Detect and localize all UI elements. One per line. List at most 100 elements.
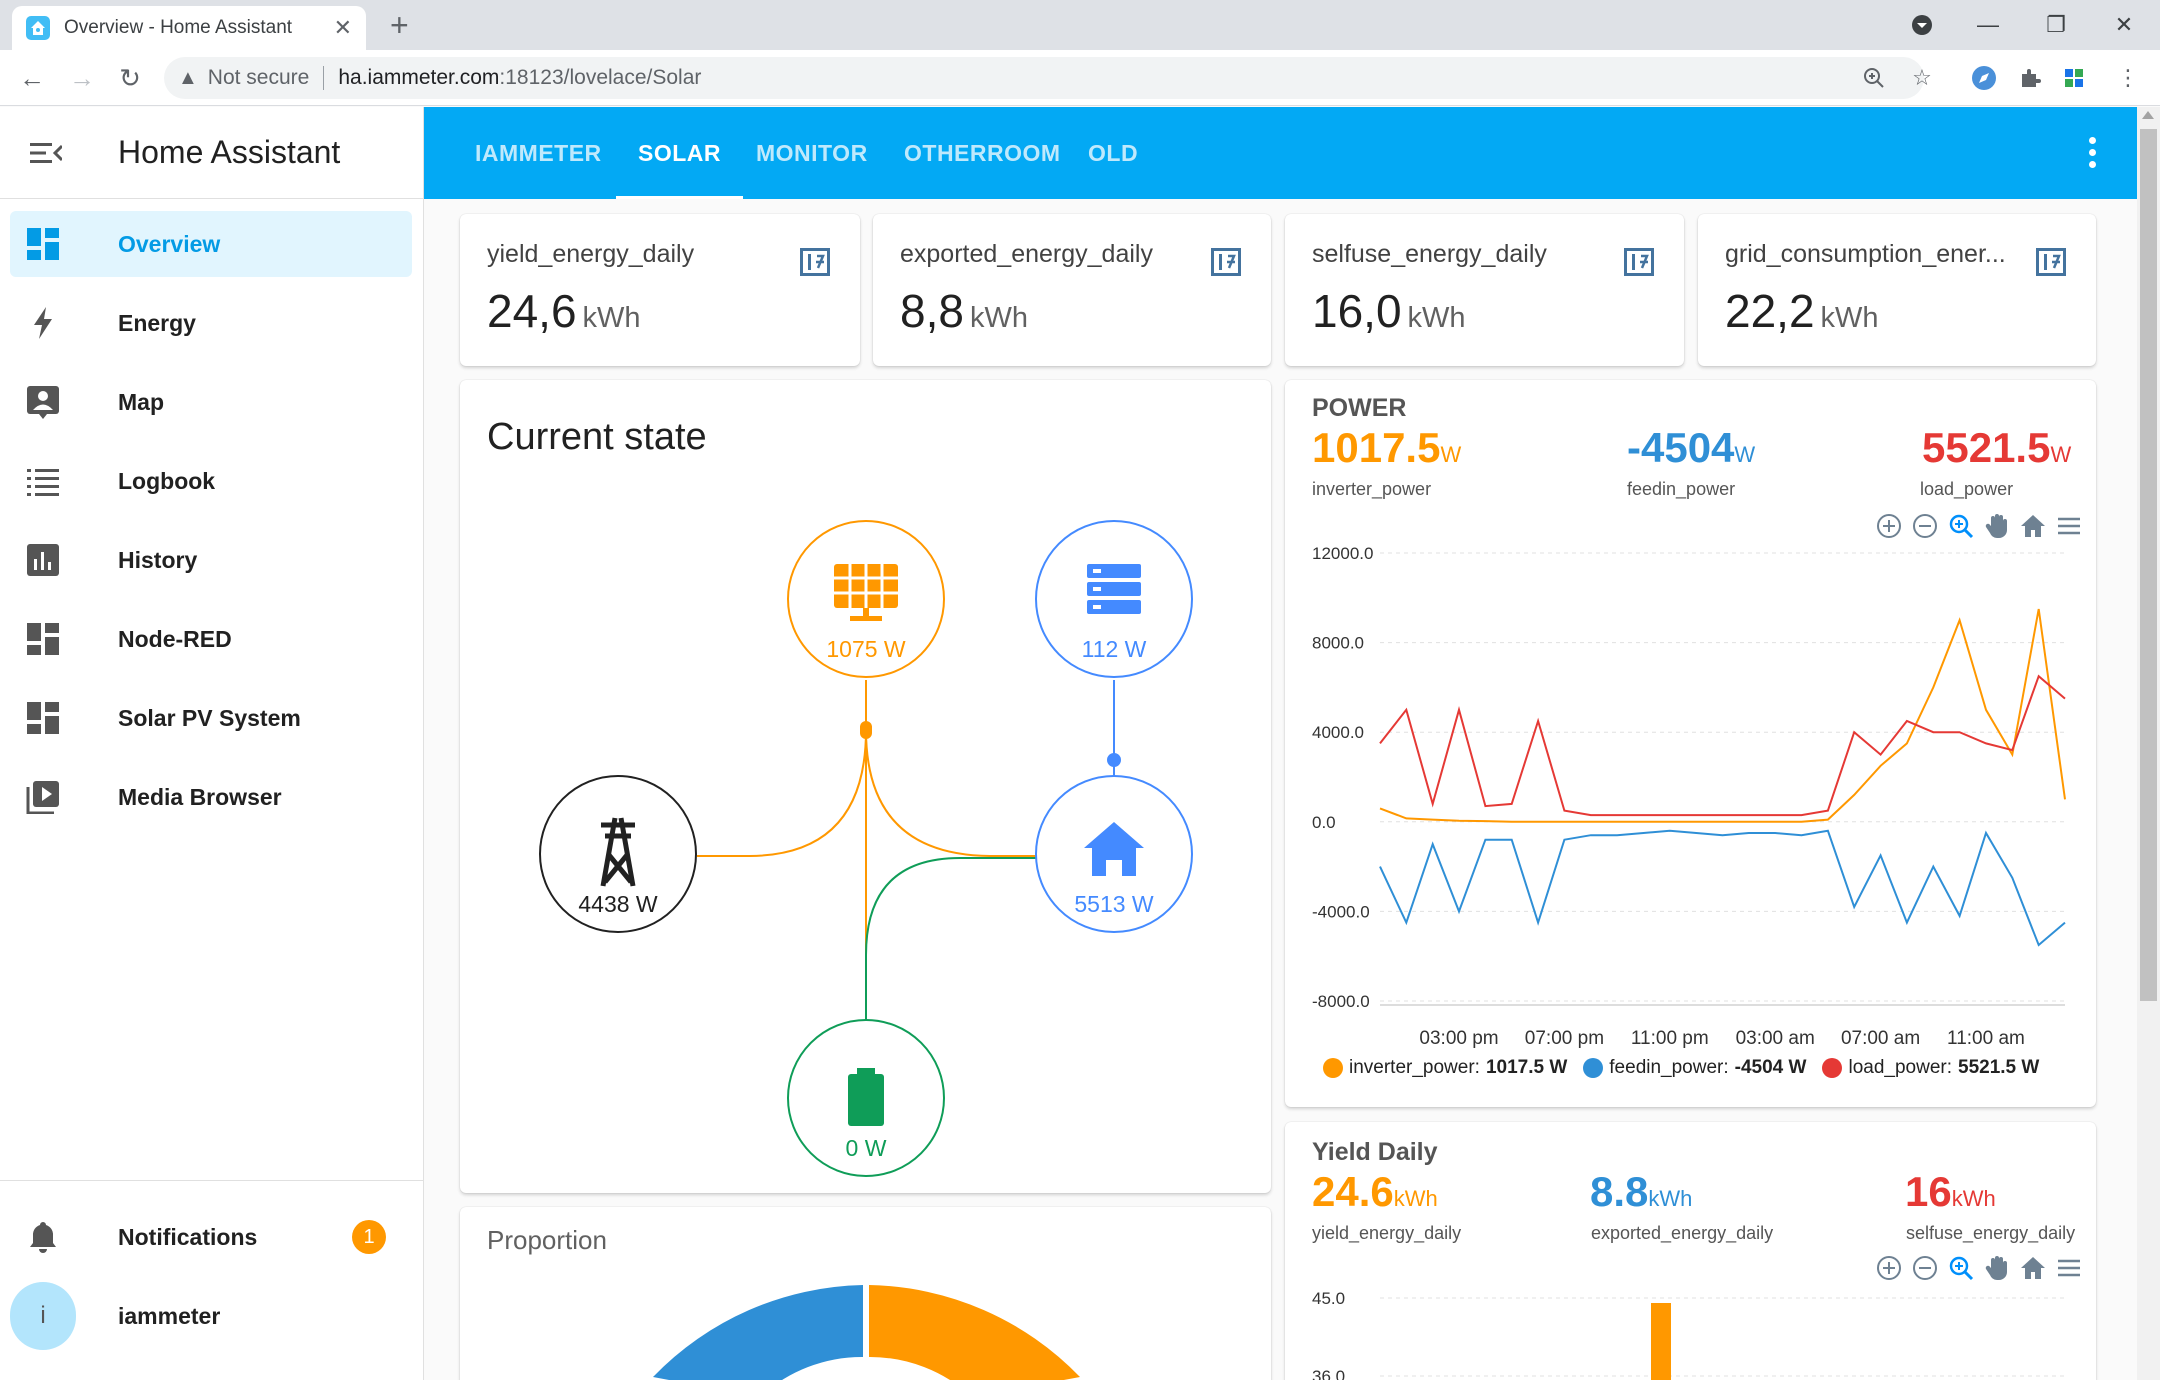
proportion-donut-chart xyxy=(653,1285,1080,1380)
sidebar-title: Home Assistant xyxy=(118,134,341,170)
y-tick-label: -4000.0 xyxy=(1312,902,1370,921)
stat-card-yield[interactable]: yield_energy_daily 24,6 kWh xyxy=(460,214,860,366)
tab-solar[interactable]: SOLAR xyxy=(616,107,743,199)
sidebar-item-overview[interactable]: Overview xyxy=(10,211,412,277)
sidebar-item-label: Logbook xyxy=(118,467,216,494)
sidebar-item-energy[interactable]: Energy xyxy=(10,290,412,356)
yield-bar xyxy=(1651,1303,1671,1380)
more-options-icon[interactable] xyxy=(2089,137,2097,173)
extensions-puzzle-icon[interactable] xyxy=(2014,62,2046,94)
play-box-icon xyxy=(10,780,76,814)
map-account-icon xyxy=(10,385,76,419)
stat-card-selfuse[interactable]: selfuse_energy_daily 16,0 kWh xyxy=(1285,214,1684,366)
notification-count-badge: 1 xyxy=(352,1220,386,1254)
grid-value: 4438 W xyxy=(578,891,658,917)
stat-value: 8,8 xyxy=(900,285,964,337)
sidebar-item-label: Overview xyxy=(118,230,221,257)
sidebar-item-label: iammeter xyxy=(118,1302,221,1329)
sidebar-item-label: History xyxy=(118,546,198,573)
stat-value: 16,0 xyxy=(1312,285,1402,337)
stat-value: 22,2 xyxy=(1725,285,1815,337)
minimize-icon[interactable]: — xyxy=(1958,0,2018,50)
tab-monitor[interactable]: MONITOR xyxy=(756,107,868,199)
sidebar-item-map[interactable]: Map xyxy=(10,369,412,435)
sidebar-item-node-red[interactable]: Node-RED xyxy=(10,606,412,672)
sidebar-item-logbook[interactable]: Logbook xyxy=(10,448,412,514)
sidebar-item-solar-pv-system[interactable]: Solar PV System xyxy=(10,685,412,751)
server-junction-dot xyxy=(1107,753,1121,767)
solar-value: 1075 W xyxy=(826,636,906,662)
close-tab-icon[interactable]: ✕ xyxy=(334,15,352,41)
menu-collapse-icon[interactable] xyxy=(0,107,92,199)
extension-grid-icon[interactable] xyxy=(2058,62,2090,94)
legend-dot-inverter xyxy=(1323,1058,1343,1078)
new-tab-icon[interactable]: + xyxy=(390,8,409,42)
donut-slice-orange xyxy=(869,1285,1080,1380)
sidebar-item-user[interactable]: i iammeter xyxy=(10,1282,412,1350)
stat-value: 24,6 xyxy=(487,285,577,337)
dashboard-icon xyxy=(10,701,76,735)
scroll-up-arrow-icon[interactable] xyxy=(2142,111,2154,119)
sidebar-item-label: Media Browser xyxy=(118,783,282,810)
legend-label-inverter[interactable]: inverter_power: xyxy=(1349,1057,1480,1079)
sidebar-item-history[interactable]: History xyxy=(10,527,412,593)
sidebar-item-label: Energy xyxy=(118,309,196,336)
legend-label-feedin[interactable]: feedin_power: xyxy=(1609,1057,1728,1079)
sidebar-item-notifications[interactable]: Notifications 1 xyxy=(10,1204,412,1270)
stat-unit: kWh xyxy=(582,302,641,334)
bookmark-star-icon[interactable]: ☆ xyxy=(1906,62,1938,94)
sidebar-item-label: Map xyxy=(118,388,164,415)
stat-name: selfuse_energy_daily xyxy=(1312,240,1547,268)
chart-legend: inverter_power: 1017.5 W feedin_power: -45… xyxy=(1323,1057,2039,1079)
y-tick-label: 4000.0 xyxy=(1312,723,1364,742)
stat-unit: kWh xyxy=(969,302,1028,334)
stat-card-grid-consumption[interactable]: grid_consumption_ener... 22,2 kWh xyxy=(1698,214,2096,366)
battery-value: 0 W xyxy=(846,1135,887,1161)
donut-slice-blue xyxy=(653,1285,863,1380)
page-scrollbar[interactable] xyxy=(2137,107,2160,1380)
warning-icon[interactable]: ▲ xyxy=(178,67,198,90)
legend-label-load[interactable]: load_power: xyxy=(1848,1057,1952,1079)
legend-value-feedin: -4504 W xyxy=(1734,1057,1807,1078)
sidebar-item-label: Notifications xyxy=(118,1223,258,1250)
legend-value-inverter: 1017.5 W xyxy=(1485,1057,1568,1078)
y-tick-label: -8000.0 xyxy=(1312,992,1370,1011)
not-secure-label[interactable]: Not secure xyxy=(208,66,310,90)
address-bar: ← → ↻ ▲ Not secure ha.iammeter.com :1812… xyxy=(0,50,2160,106)
power-chart-card: POWER 1017.5W inverter_power -4504W feed… xyxy=(1285,380,2096,1107)
tab-search-icon[interactable] xyxy=(1892,0,1952,50)
restore-icon[interactable]: ❐ xyxy=(2026,0,2086,50)
yield-bar-chart: 45.0 36.0 xyxy=(1312,1289,2065,1380)
sidebar-divider xyxy=(0,1180,423,1181)
url-host: ha.iammeter.com xyxy=(338,66,500,89)
stat-card-exported[interactable]: exported_energy_daily 8,8 kWh xyxy=(873,214,1271,366)
forward-icon[interactable]: → xyxy=(66,62,98,94)
url-input[interactable]: ▲ Not secure ha.iammeter.com :18123/love… xyxy=(164,57,1924,99)
sidebar-item-media-browser[interactable]: Media Browser xyxy=(10,764,412,830)
series-line-feedin_power xyxy=(1379,829,2066,947)
counter-icon xyxy=(2036,248,2066,281)
yield-daily-card: Yield Daily 24.6kWh yield_energy_daily 8… xyxy=(1285,1122,2096,1380)
proportion-card: Proportion xyxy=(460,1207,1271,1380)
scrollbar-thumb[interactable] xyxy=(2140,129,2157,1001)
sidebar: Home Assistant Overview Energy Map Logbo… xyxy=(0,107,424,1380)
lightning-icon xyxy=(10,306,76,340)
server-value: 112 W xyxy=(1082,636,1147,662)
tab-iammeter[interactable]: IAMMETER xyxy=(475,107,602,199)
battery-icon xyxy=(848,1068,884,1126)
close-window-icon[interactable]: ✕ xyxy=(2094,0,2154,50)
bell-icon xyxy=(10,1220,76,1254)
extension-compass-icon[interactable] xyxy=(1968,62,2000,94)
sidebar-item-label: Node-RED xyxy=(118,625,232,652)
dashboard-icon xyxy=(10,227,76,261)
reload-icon[interactable]: ↻ xyxy=(114,62,146,94)
zoom-icon[interactable] xyxy=(1858,62,1890,94)
browser-tab[interactable]: Overview - Home Assistant ✕ xyxy=(12,6,366,50)
home-assistant-favicon-icon xyxy=(26,16,50,40)
browser-menu-icon[interactable]: ⋮ xyxy=(2112,62,2144,94)
tab-otherroom[interactable]: OTHERROOM xyxy=(904,107,1061,199)
x-tick-label: 11:00 am xyxy=(1947,1028,2025,1049)
tab-old[interactable]: OLD xyxy=(1088,107,1138,199)
back-icon[interactable]: ← xyxy=(16,62,48,94)
browser-tab-title: Overview - Home Assistant xyxy=(64,17,293,38)
